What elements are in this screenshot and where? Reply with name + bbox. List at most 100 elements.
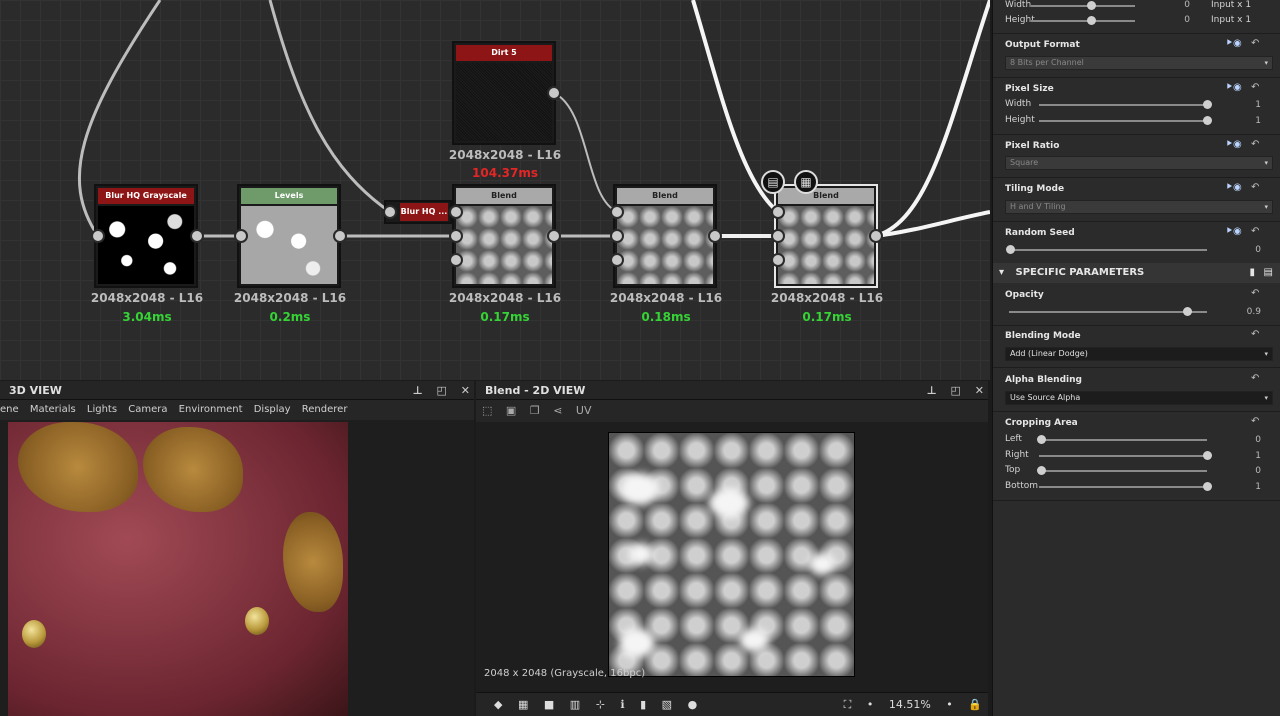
input-port[interactable] — [610, 205, 624, 219]
input-port[interactable] — [771, 253, 785, 267]
close-icon[interactable]: ✕ — [461, 384, 470, 397]
alpha-blending-dropdown[interactable]: Use Source Alpha ▾ — [1005, 391, 1273, 405]
menu-renderer[interactable]: Renderer — [302, 404, 348, 415]
node-blur-hq-grayscale[interactable]: Blur HQ Grayscale — [94, 184, 198, 288]
slider-knob[interactable] — [1037, 435, 1046, 444]
lock-icon[interactable]: 🔒 — [968, 698, 982, 711]
output-port[interactable] — [547, 229, 561, 243]
node-blend-2[interactable]: Blend — [613, 184, 717, 288]
specific-parameters-header[interactable]: ▾ SPECIFIC PARAMETERS ▮ ▤ — [993, 263, 1280, 283]
zoom-reset-icon[interactable]: • — [946, 698, 953, 711]
slider-knob[interactable] — [1183, 307, 1192, 316]
save-icon[interactable]: ▣ — [506, 404, 516, 417]
menu-environment[interactable]: Environment — [179, 404, 243, 415]
height-slider[interactable] — [1031, 20, 1135, 22]
slider-knob[interactable] — [1203, 116, 1212, 125]
input-port[interactable] — [91, 229, 105, 243]
output-port[interactable] — [333, 229, 347, 243]
pixel-ratio-dropdown[interactable]: Square ▾ — [1005, 156, 1273, 170]
width-slider[interactable] — [1031, 5, 1135, 7]
reset-icon[interactable]: ↶ — [1251, 226, 1259, 237]
page-list-icon[interactable]: ▤ — [1264, 263, 1273, 283]
blending-mode-dropdown[interactable]: Add (Linear Dodge) ▾ — [1005, 347, 1273, 361]
reset-icon[interactable]: ↶ — [1251, 416, 1259, 427]
slider-knob[interactable] — [1037, 466, 1046, 475]
grid-icon[interactable]: ▥ — [570, 698, 580, 711]
histogram-icon[interactable]: ▮ — [640, 698, 646, 711]
3d-viewport[interactable] — [8, 422, 348, 716]
image-icon[interactable]: ▧ — [662, 698, 672, 711]
slider-knob[interactable] — [1203, 482, 1212, 491]
slider-knob[interactable] — [1006, 245, 1015, 254]
tiling-icon[interactable]: ⊹ — [596, 698, 605, 711]
color-square-icon[interactable]: ■ — [544, 698, 554, 711]
zoom-dot-icon[interactable]: • — [867, 698, 874, 711]
reset-icon[interactable]: ↶ — [1251, 82, 1259, 93]
slider-knob[interactable] — [1087, 16, 1096, 25]
checker-icon[interactable]: ▦ — [794, 170, 818, 194]
inherit-icon[interactable]: ⯈◉ — [1225, 139, 1242, 150]
collapse-chevron-icon[interactable]: ▾ — [999, 267, 1004, 278]
input-port[interactable] — [383, 205, 397, 219]
inherit-icon[interactable]: ⯈◉ — [1225, 226, 1242, 237]
pixel-height-slider[interactable] — [1039, 120, 1207, 122]
fit-view-icon[interactable]: ⛶ — [844, 698, 852, 711]
menu-scene[interactable]: ene — [0, 404, 19, 415]
reset-icon[interactable]: ↶ — [1251, 329, 1259, 340]
output-port[interactable] — [547, 86, 561, 100]
crop-bottom-slider[interactable] — [1039, 486, 1207, 488]
reset-icon[interactable]: ↶ — [1251, 38, 1259, 49]
menu-display[interactable]: Display — [254, 404, 291, 415]
reset-icon[interactable]: ↶ — [1251, 288, 1259, 299]
zoom-level[interactable]: 14.51% — [889, 698, 931, 711]
slider-knob[interactable] — [1087, 1, 1096, 10]
crop-top-slider[interactable] — [1039, 470, 1207, 472]
reset-icon[interactable]: ↶ — [1251, 373, 1259, 384]
input-port[interactable] — [771, 205, 785, 219]
crop-right-slider[interactable] — [1039, 455, 1207, 457]
reset-icon[interactable]: ↶ — [1251, 139, 1259, 150]
output-port[interactable] — [869, 229, 883, 243]
node-levels[interactable]: Levels — [237, 184, 341, 288]
node-blend-1[interactable]: Blend — [452, 184, 556, 288]
input-port[interactable] — [234, 229, 248, 243]
input-port[interactable] — [449, 205, 463, 219]
maximize-icon[interactable]: ◰ — [951, 384, 961, 397]
reset-icon[interactable]: ↶ — [1251, 182, 1259, 193]
menu-materials[interactable]: Materials — [30, 404, 76, 415]
maximize-icon[interactable]: ◰ — [437, 384, 447, 397]
close-icon[interactable]: ✕ — [975, 384, 984, 397]
input-port[interactable] — [771, 229, 785, 243]
menu-lights[interactable]: Lights — [87, 404, 117, 415]
input-port[interactable] — [610, 229, 624, 243]
pin-icon[interactable]: ⊥ — [413, 384, 423, 397]
opacity-slider[interactable] — [1009, 311, 1207, 313]
tiling-mode-dropdown[interactable]: H and V Tiling ▾ — [1005, 200, 1273, 214]
pixel-width-slider[interactable] — [1039, 104, 1207, 106]
document-icon[interactable]: ▤ — [761, 170, 785, 194]
layers-icon[interactable]: ◆ — [494, 698, 502, 711]
crop-left-slider[interactable] — [1039, 439, 1207, 441]
share-icon[interactable]: ⋖ — [553, 404, 562, 417]
node-graph[interactable]: Blur HQ Grayscale Levels Dirt 5 Blend Bl… — [0, 0, 990, 380]
inherit-icon[interactable]: ⯈◉ — [1225, 38, 1242, 49]
pin-icon[interactable]: ⊥ — [927, 384, 937, 397]
random-seed-slider[interactable] — [1009, 249, 1207, 251]
checker-icon[interactable]: ▦ — [518, 698, 528, 711]
slider-knob[interactable] — [1203, 451, 1212, 460]
output-format-dropdown[interactable]: 8 Bits per Channel ▾ — [1005, 56, 1273, 70]
node-blend-3-selected[interactable]: Blend — [774, 184, 878, 288]
inherit-icon[interactable]: ⯈◉ — [1225, 82, 1242, 93]
copy-icon[interactable]: ❐ — [530, 404, 540, 417]
2d-preview-image[interactable] — [608, 432, 855, 677]
slider-knob[interactable] — [1203, 100, 1212, 109]
input-port[interactable] — [449, 253, 463, 267]
input-port[interactable] — [610, 253, 624, 267]
fit-icon[interactable]: ⬚ — [482, 404, 492, 417]
output-port[interactable] — [190, 229, 204, 243]
output-port[interactable] — [708, 229, 722, 243]
info-icon[interactable]: ℹ — [620, 698, 624, 711]
menu-camera[interactable]: Camera — [128, 404, 167, 415]
inherit-icon[interactable]: ⯈◉ — [1225, 182, 1242, 193]
uv-dropdown[interactable]: UV — [576, 404, 592, 417]
